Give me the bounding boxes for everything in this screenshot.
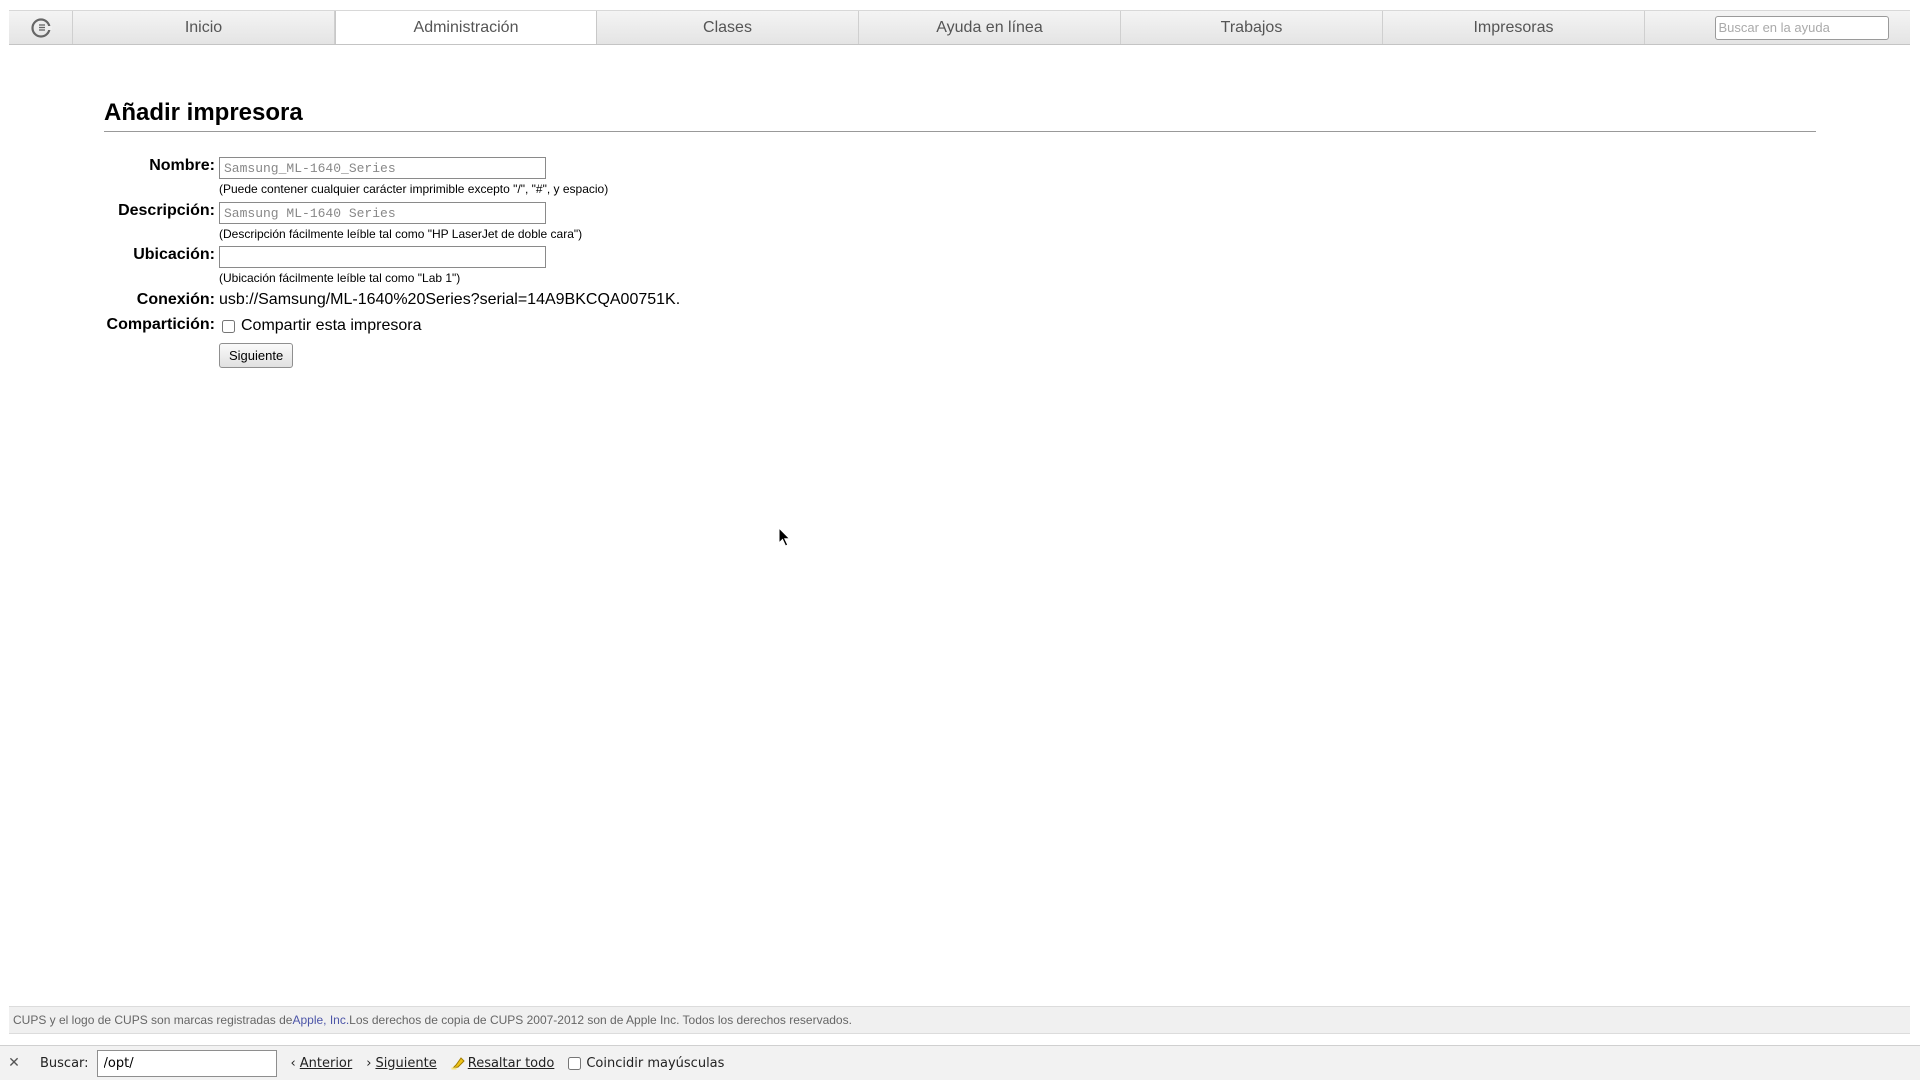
find-previous-label: Anterior: [299, 1055, 353, 1071]
match-case-label: Coincidir mayúsculas: [586, 1055, 725, 1071]
nav-search-cell: [1645, 11, 1910, 44]
tab-administracion[interactable]: Administración: [335, 11, 597, 44]
description-hint: (Descripción fácilmente leíble tal como …: [219, 227, 583, 241]
tab-ayuda-en-linea[interactable]: Ayuda en línea: [859, 11, 1121, 44]
match-case-checkbox[interactable]: [568, 1056, 582, 1070]
highlighter-icon: [451, 1057, 465, 1070]
chevron-left-icon: ‹: [290, 1055, 296, 1071]
location-field-wrap: (Ubicación fácilmente leíble tal como "L…: [219, 246, 546, 285]
footer-text-before: CUPS y el logo de CUPS son marcas regist…: [13, 1013, 293, 1027]
find-input[interactable]: [96, 1049, 277, 1077]
find-bar: ✕ Buscar: ‹ Anterior › Siguiente Resalta…: [0, 1045, 1920, 1080]
location-input[interactable]: [219, 246, 546, 268]
name-field-wrap: (Puede contener cualquier carácter impri…: [219, 157, 608, 196]
tab-impresoras[interactable]: Impresoras: [1383, 11, 1645, 44]
find-next-button[interactable]: › Siguiente: [366, 1056, 437, 1071]
find-next-label: Siguiente: [375, 1055, 437, 1071]
footer-text-after: Los derechos de copia de CUPS 2007-2012 …: [349, 1013, 852, 1027]
sharing-field-wrap: Compartir esta impresora: [219, 317, 422, 335]
apple-link[interactable]: Apple, Inc.: [292, 1013, 349, 1027]
share-printer-label: Compartir esta impresora: [241, 317, 422, 334]
chevron-right-icon: ›: [366, 1055, 372, 1071]
connection-value: usb://Samsung/ML-1640%20Series?serial=14…: [219, 291, 681, 308]
name-label: Nombre:: [149, 157, 215, 174]
name-hint: (Puede contener cualquier carácter impri…: [219, 182, 609, 196]
description-input[interactable]: [219, 202, 546, 224]
location-hint: (Ubicación fácilmente leíble tal como "L…: [219, 271, 461, 285]
top-navbar: Inicio Administración Clases Ayuda en lí…: [9, 10, 1910, 45]
find-label: Buscar:: [40, 1055, 89, 1071]
match-case-option: Coincidir mayúsculas: [568, 1056, 724, 1071]
mouse-cursor-icon: [778, 527, 791, 547]
connection-label: Conexión:: [136, 291, 215, 308]
tab-inicio[interactable]: Inicio: [73, 11, 335, 44]
description-field-wrap: (Descripción fácilmente leíble tal como …: [219, 202, 582, 241]
location-label: Ubicación:: [133, 246, 215, 263]
next-button[interactable]: Siguiente: [219, 343, 294, 368]
next-button-wrap: Siguiente: [219, 343, 294, 368]
tab-trabajos[interactable]: Trabajos: [1121, 11, 1383, 44]
page-footer: CUPS y el logo de CUPS son marcas regist…: [9, 1006, 1910, 1034]
title-divider: [104, 131, 1816, 132]
highlight-all-button[interactable]: Resaltar todo: [451, 1055, 555, 1071]
description-label: Descripción:: [118, 202, 215, 219]
find-previous-button[interactable]: ‹ Anterior: [291, 1056, 353, 1071]
page-title: Añadir impresora: [104, 99, 303, 126]
sharing-label: Compartición:: [106, 316, 215, 333]
tab-clases[interactable]: Clases: [597, 11, 859, 44]
help-search-input[interactable]: [1714, 15, 1889, 40]
close-icon[interactable]: ✕: [7, 1055, 21, 1071]
cups-logo-icon[interactable]: [9, 11, 73, 44]
name-input[interactable]: [219, 157, 546, 179]
highlight-all-label: Resaltar todo: [467, 1055, 555, 1071]
share-printer-checkbox[interactable]: [222, 319, 235, 333]
